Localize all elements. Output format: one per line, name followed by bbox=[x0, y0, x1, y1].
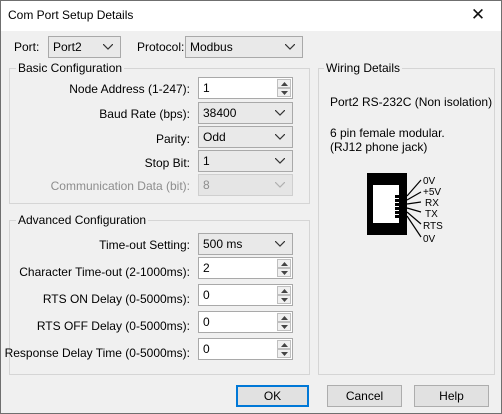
com-port-setup-dialog: Com Port Setup Details ✕ Port: Port2 Pro… bbox=[0, 0, 502, 414]
chevron-down-icon bbox=[275, 175, 287, 195]
node-address-value: 1 bbox=[203, 81, 210, 95]
stop-bit-label: Stop Bit: bbox=[144, 156, 190, 170]
spin-up-icon[interactable] bbox=[277, 79, 291, 88]
pin-label: +5V bbox=[423, 187, 441, 198]
pin-label: 0V bbox=[423, 234, 436, 245]
protocol-label: Protocol: bbox=[137, 40, 185, 54]
port-select[interactable]: Port2 bbox=[48, 36, 121, 58]
help-button[interactable]: Help bbox=[414, 385, 489, 407]
node-address-spinner[interactable]: 1 bbox=[198, 77, 293, 99]
rts-on-delay-value: 0 bbox=[203, 288, 210, 302]
node-address-label: Node Address (1-247): bbox=[69, 82, 190, 96]
advanced-configuration-title: Advanced Configuration bbox=[16, 213, 149, 227]
communication-data-label: Communication Data (bit): bbox=[50, 179, 190, 193]
stop-bit-select[interactable]: 1 bbox=[198, 150, 293, 172]
baud-rate-value: 38400 bbox=[203, 106, 237, 120]
communication-data-value: 8 bbox=[203, 178, 210, 192]
chevron-down-icon bbox=[275, 127, 287, 147]
parity-label: Parity: bbox=[155, 132, 190, 146]
response-delay-label: Response Delay Time (0-5000ms): bbox=[4, 346, 190, 360]
spin-down-icon[interactable] bbox=[277, 268, 291, 277]
spin-up-icon[interactable] bbox=[277, 313, 291, 322]
chevron-down-icon bbox=[275, 151, 287, 171]
port-select-value: Port2 bbox=[53, 40, 82, 54]
ok-button[interactable]: OK bbox=[236, 385, 309, 407]
port-label: Port: bbox=[14, 40, 40, 54]
rts-off-delay-label: RTS OFF Delay (0-5000ms): bbox=[36, 319, 190, 333]
communication-data-select: 8 bbox=[198, 174, 293, 196]
pin-label: TX bbox=[425, 209, 438, 220]
rj12-jack-diagram: 0V +5V RX TX RTS 0V bbox=[367, 173, 443, 245]
response-delay-value: 0 bbox=[203, 342, 210, 356]
rts-on-delay-spinner[interactable]: 0 bbox=[198, 284, 293, 306]
parity-select[interactable]: Odd bbox=[198, 126, 293, 148]
close-icon[interactable]: ✕ bbox=[469, 6, 487, 24]
pin-label: 0V bbox=[423, 176, 436, 187]
pin-label: RTS bbox=[423, 221, 443, 232]
rts-off-delay-value: 0 bbox=[203, 315, 210, 329]
character-timeout-label: Character Time-out (2-1000ms): bbox=[19, 265, 190, 279]
dialog-title: Com Port Setup Details bbox=[8, 8, 134, 22]
spin-up-icon[interactable] bbox=[277, 340, 291, 349]
spin-down-icon[interactable] bbox=[277, 295, 291, 304]
timeout-setting-select[interactable]: 500 ms bbox=[198, 233, 293, 255]
chevron-down-icon bbox=[103, 37, 115, 57]
cancel-button[interactable]: Cancel bbox=[327, 385, 402, 407]
wiring-port-description: Port2 RS-232C (Non isolation) bbox=[330, 95, 493, 109]
spin-down-icon[interactable] bbox=[277, 349, 291, 358]
chevron-down-icon bbox=[285, 37, 297, 57]
rts-off-delay-spinner[interactable]: 0 bbox=[198, 311, 293, 333]
timeout-setting-value: 500 ms bbox=[203, 237, 243, 251]
chevron-down-icon bbox=[275, 103, 287, 123]
spin-down-icon[interactable] bbox=[277, 88, 291, 97]
stop-bit-value: 1 bbox=[203, 154, 210, 168]
jack-description-line2: (RJ12 phone jack) bbox=[330, 140, 428, 154]
spin-up-icon[interactable] bbox=[277, 286, 291, 295]
pin-label: RX bbox=[425, 198, 439, 209]
protocol-select-value: Modbus bbox=[190, 40, 233, 54]
response-delay-spinner[interactable]: 0 bbox=[198, 338, 293, 360]
character-timeout-spinner[interactable]: 2 bbox=[198, 257, 293, 279]
chevron-down-icon bbox=[275, 234, 287, 254]
spin-up-icon[interactable] bbox=[277, 259, 291, 268]
title-bar: Com Port Setup Details ✕ bbox=[1, 1, 501, 31]
parity-value: Odd bbox=[203, 130, 226, 144]
wire-leads bbox=[406, 179, 422, 238]
rts-on-delay-label: RTS ON Delay (0-5000ms): bbox=[42, 292, 190, 306]
spin-down-icon[interactable] bbox=[277, 322, 291, 331]
character-timeout-value: 2 bbox=[203, 261, 210, 275]
basic-configuration-title: Basic Configuration bbox=[16, 61, 125, 75]
wiring-details-title: Wiring Details bbox=[324, 61, 403, 75]
baud-rate-select[interactable]: 38400 bbox=[198, 102, 293, 124]
jack-description-line1: 6 pin female modular. bbox=[330, 126, 445, 140]
baud-rate-label: Baud Rate (bps): bbox=[99, 107, 190, 121]
timeout-setting-label: Time-out Setting: bbox=[99, 238, 190, 252]
protocol-select[interactable]: Modbus bbox=[185, 36, 303, 58]
